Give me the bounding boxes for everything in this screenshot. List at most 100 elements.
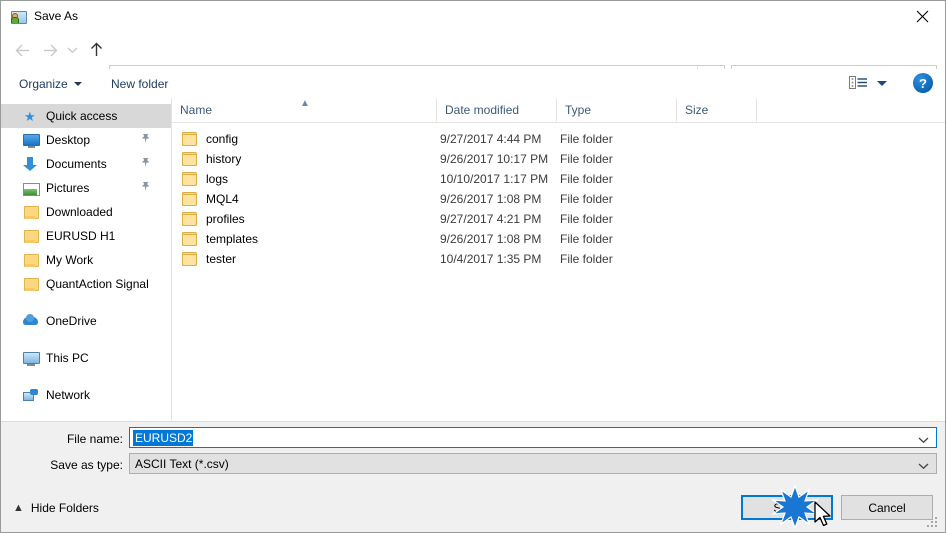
folder-icon [182, 192, 197, 206]
navigation-sidebar: ★ Quick access Desktop Documents Picture… [1, 98, 172, 421]
cancel-label: Cancel [868, 500, 906, 515]
sidebar-item-label: EURUSD H1 [46, 229, 116, 243]
save-as-type-select[interactable]: ASCII Text (*.csv) [129, 453, 937, 474]
sidebar-item-desktop[interactable]: Desktop [1, 128, 171, 152]
column-header-row: Name ▲ Date modified Type Size [172, 98, 945, 123]
chevron-up-icon: ▲ [300, 98, 310, 109]
star-icon: ★ [24, 109, 36, 124]
chevron-down-icon [73, 81, 82, 86]
cell-date-modified: 9/26/2017 1:08 PM [440, 192, 542, 206]
recent-locations-button[interactable] [63, 37, 81, 63]
help-button[interactable]: ? [913, 73, 933, 93]
folder-icon [23, 228, 39, 244]
cell-size [680, 229, 756, 249]
sidebar-item-documents[interactable]: Documents [1, 152, 171, 176]
monitor-icon [23, 132, 40, 148]
sidebar-item-network[interactable]: Network [1, 383, 171, 407]
cell-name: profiles [206, 212, 245, 226]
sidebar-group-divider [1, 296, 171, 309]
sidebar-item-quick-access[interactable]: ★ Quick access [1, 104, 171, 128]
folder-icon [23, 276, 39, 292]
close-button[interactable] [899, 1, 945, 31]
table-row[interactable]: logs 10/10/2017 1:17 PM File folder [172, 169, 945, 189]
chevron-down-icon[interactable] [918, 459, 929, 473]
chevron-down-icon [877, 80, 887, 86]
hide-folders-button[interactable]: ▲ Hide Folders [13, 501, 99, 515]
sidebar-item-label: Documents [46, 157, 107, 171]
cloud-icon [23, 313, 39, 329]
chevron-up-icon: ▲ [13, 501, 24, 514]
title-bar: Save As [1, 1, 945, 31]
folder-icon [182, 132, 197, 146]
sidebar-item-onedrive[interactable]: OneDrive [1, 309, 171, 333]
organize-button[interactable]: Organize [13, 73, 88, 94]
close-icon [916, 10, 928, 22]
new-folder-button[interactable]: New folder [105, 73, 174, 94]
cell-type: File folder [560, 252, 613, 266]
arrow-up-icon [90, 42, 102, 56]
pin-icon [140, 181, 151, 195]
cell-date-modified: 10/10/2017 1:17 PM [440, 172, 549, 186]
sidebar-item-eurusd-h1[interactable]: EURUSD H1 [1, 224, 171, 248]
cell-name: templates [206, 232, 259, 246]
file-name-label: File name: [66, 432, 123, 446]
cell-size [680, 249, 756, 269]
window-title: Save As [34, 9, 79, 23]
column-header-type[interactable]: Type [556, 98, 666, 122]
sidebar-item-label: My Work [46, 253, 94, 267]
view-options-button[interactable] [849, 75, 887, 91]
cell-type: File folder [560, 132, 613, 146]
documents-icon [23, 156, 39, 172]
folder-icon [23, 204, 39, 220]
table-row[interactable]: MQL4 9/26/2017 1:08 PM File folder [172, 189, 945, 209]
computer-icon [23, 350, 40, 366]
up-button[interactable] [83, 37, 109, 63]
table-row[interactable]: tester 10/4/2017 1:35 PM File folder [172, 249, 945, 269]
column-header-size[interactable]: Size [676, 98, 756, 122]
table-row[interactable]: history 9/26/2017 10:17 PM File folder [172, 149, 945, 169]
file-name-value: EURUSD2 [133, 429, 194, 446]
arrow-left-icon [15, 44, 29, 56]
forward-button[interactable] [37, 37, 63, 63]
resize-grip[interactable] [927, 515, 941, 529]
command-bar: Organize New folder ? [1, 69, 945, 99]
table-row[interactable]: config 9/27/2017 4:44 PM File folder [172, 129, 945, 149]
cell-type: File folder [560, 232, 613, 246]
save-as-type-value: ASCII Text (*.csv) [135, 456, 229, 471]
save-as-dialog: Save As Search 915566BA06ADA40756... Org… [0, 0, 946, 533]
folder-icon [182, 232, 197, 246]
cell-name: tester [206, 252, 237, 266]
table-row[interactable]: templates 9/26/2017 1:08 PM File folder [172, 229, 945, 249]
sidebar-item-my-work[interactable]: My Work [1, 248, 171, 272]
sidebar-item-label: Network [46, 388, 91, 402]
column-header-date-modified[interactable]: Date modified [436, 98, 536, 122]
column-header-spacer [756, 98, 945, 122]
save-button[interactable]: Save [741, 495, 833, 520]
sidebar-item-quantaction-signal[interactable]: QuantAction Signal [1, 272, 171, 296]
folder-icon [182, 172, 197, 186]
sidebar-item-this-pc[interactable]: This PC [1, 346, 171, 370]
cell-size [680, 149, 756, 169]
cell-date-modified: 10/4/2017 1:35 PM [440, 252, 542, 266]
column-header-label: Date modified [445, 103, 520, 117]
arrow-right-icon [43, 44, 57, 56]
file-list: Name ▲ Date modified Type Size config 9/… [172, 98, 945, 421]
chevron-down-icon[interactable] [918, 433, 929, 447]
file-name-input[interactable]: EURUSD2 [129, 427, 937, 448]
navigation-bar: « Roaming › MetaQuotes › Terminal › 9155… [1, 31, 945, 88]
cancel-button[interactable]: Cancel [841, 495, 933, 520]
sidebar-item-pictures[interactable]: Pictures [1, 176, 171, 200]
back-button[interactable] [9, 37, 35, 63]
help-label: ? [919, 75, 927, 91]
table-row[interactable]: profiles 9/27/2017 4:21 PM File folder [172, 209, 945, 229]
cell-type: File folder [560, 192, 613, 206]
sidebar-item-downloaded[interactable]: Downloaded [1, 200, 171, 224]
sidebar-item-label: QuantAction Signal [46, 277, 149, 291]
sidebar-group-divider [1, 333, 171, 346]
hide-folders-label: Hide Folders [30, 501, 99, 515]
folder-icon [182, 252, 197, 266]
pictures-icon [23, 180, 40, 196]
pin-icon [140, 157, 151, 171]
cell-size [680, 189, 756, 209]
cell-name: history [206, 152, 242, 166]
